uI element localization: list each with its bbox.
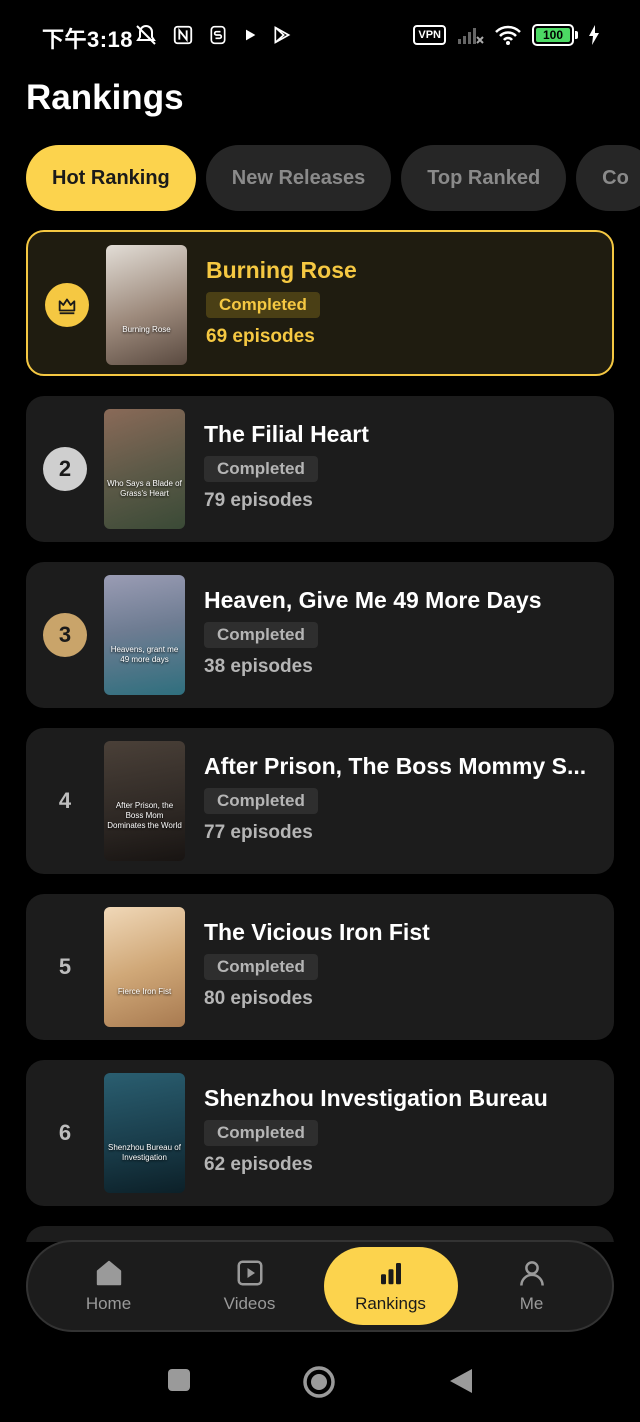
poster-caption: Shenzhou Bureau of Investigation bbox=[108, 1143, 181, 1162]
status-badge: Completed bbox=[204, 1120, 318, 1146]
poster-caption: Who Says a Blade of Grass's Heart bbox=[107, 479, 182, 498]
status-badge: Completed bbox=[204, 954, 318, 980]
bottom-nav: Home Videos Rankings Me bbox=[26, 1240, 614, 1332]
status-right-icons: VPN 100 bbox=[413, 22, 600, 48]
app-s-icon bbox=[210, 25, 226, 45]
episode-count: 79 episodes bbox=[204, 490, 313, 511]
video-icon bbox=[237, 1260, 262, 1286]
ranking-card[interactable]: 3 Heavens, grant me 49 more days Heaven,… bbox=[26, 562, 614, 708]
episode-count: 62 episodes bbox=[204, 1154, 313, 1175]
wifi-icon bbox=[495, 25, 521, 45]
vpn-badge: VPN bbox=[413, 25, 446, 45]
back-button-icon[interactable] bbox=[448, 1367, 474, 1395]
status-badge: Completed bbox=[204, 622, 318, 648]
rank-badge: 2 bbox=[43, 447, 87, 491]
nav-home-label: Home bbox=[85, 1294, 132, 1313]
ranking-card[interactable]: 5 Fierce Iron Fist The Vicious Iron Fist… bbox=[26, 894, 614, 1040]
mute-alarm-icon bbox=[136, 24, 156, 45]
rank-number: 6 bbox=[58, 1120, 72, 1145]
status-badge: Completed bbox=[206, 292, 320, 318]
page-title: Rankings bbox=[26, 78, 184, 117]
poster-caption: Heavens, grant me 49 more days bbox=[110, 645, 179, 664]
rank-crown-badge bbox=[45, 283, 89, 327]
person-icon bbox=[519, 1261, 544, 1286]
poster-caption: Burning Rose bbox=[122, 325, 171, 334]
nav-videos[interactable]: Videos bbox=[183, 1247, 317, 1325]
tab-new-releases[interactable]: New Releases bbox=[205, 145, 392, 211]
play-icon bbox=[246, 29, 256, 41]
poster-caption: After Prison, the Boss Mom Dominates the… bbox=[107, 801, 182, 830]
rank-number: 4 bbox=[58, 788, 72, 813]
tab-top-ranked[interactable]: Top Ranked bbox=[401, 145, 567, 211]
nav-me[interactable]: Me bbox=[465, 1247, 599, 1325]
rank-number: 5 bbox=[58, 954, 72, 979]
poster-thumbnail[interactable]: Burning Rose bbox=[106, 245, 187, 365]
nav-rankings[interactable]: Rankings bbox=[323, 1247, 458, 1325]
home-button-icon[interactable] bbox=[302, 1365, 336, 1399]
ranking-list: Burning Rose Burning Rose Completed 69 e… bbox=[26, 230, 614, 1242]
status-badge: Completed bbox=[204, 788, 318, 814]
poster-thumbnail[interactable]: Who Says a Blade of Grass's Heart bbox=[104, 409, 185, 529]
nav-videos-label: Videos bbox=[223, 1294, 276, 1313]
tab-hot-ranking[interactable]: Hot Ranking bbox=[26, 145, 196, 211]
signal-icon bbox=[458, 28, 484, 44]
drama-title: Shenzhou Investigation Bureau bbox=[204, 1085, 548, 1111]
ranking-card[interactable]: Burning Rose Burning Rose Completed 69 e… bbox=[26, 230, 614, 376]
battery-indicator: 100 bbox=[532, 24, 578, 46]
nav-home[interactable]: Home bbox=[42, 1247, 176, 1325]
ranking-card[interactable]: 4 After Prison, the Boss Mom Dominates t… bbox=[26, 728, 614, 874]
status-badge: Completed bbox=[204, 456, 318, 482]
ranking-card[interactable]: 2 Who Says a Blade of Grass's Heart The … bbox=[26, 396, 614, 542]
crown-icon bbox=[58, 298, 76, 315]
bar-chart-icon bbox=[380, 1263, 401, 1285]
status-bar: 下午3:18 VPN 100 bbox=[0, 0, 640, 70]
tab-completed[interactable]: Co bbox=[576, 145, 640, 211]
home-icon bbox=[96, 1260, 121, 1286]
poster-caption: Fierce Iron Fist bbox=[117, 987, 172, 996]
rank-badge: 3 bbox=[43, 613, 87, 657]
poster-thumbnail[interactable]: After Prison, the Boss Mom Dominates the… bbox=[104, 741, 185, 861]
drama-title: Burning Rose bbox=[206, 257, 357, 283]
poster-thumbnail[interactable]: Shenzhou Bureau of Investigation bbox=[104, 1073, 185, 1193]
drama-title: Heaven, Give Me 49 More Days bbox=[204, 587, 542, 613]
play-store-icon bbox=[274, 26, 291, 44]
drama-title: The Filial Heart bbox=[204, 421, 369, 447]
status-time: 下午3:18 bbox=[42, 27, 134, 52]
recents-button-icon[interactable] bbox=[166, 1367, 192, 1393]
drama-title: After Prison, The Boss Mommy S... bbox=[204, 753, 587, 779]
episode-count: 69 episodes bbox=[206, 326, 315, 347]
nav-me-label: Me bbox=[519, 1294, 544, 1313]
poster-thumbnail[interactable]: Fierce Iron Fist bbox=[104, 907, 185, 1027]
nfc-icon bbox=[173, 25, 193, 45]
episode-count: 77 episodes bbox=[204, 822, 313, 843]
drama-title: The Vicious Iron Fist bbox=[204, 919, 430, 945]
battery-level: 100 bbox=[536, 28, 570, 42]
system-nav-bar bbox=[0, 1355, 640, 1415]
ranking-card[interactable]: 6 Shenzhou Bureau of Investigation Shenz… bbox=[26, 1060, 614, 1206]
ranking-tabs: Hot Ranking New Releases Top Ranked Co bbox=[26, 145, 640, 211]
nav-rankings-label: Rankings bbox=[355, 1294, 426, 1313]
status-left-icons bbox=[134, 22, 292, 48]
episode-count: 80 episodes bbox=[204, 988, 313, 1009]
episode-count: 38 episodes bbox=[204, 656, 313, 677]
charging-icon bbox=[589, 25, 599, 45]
poster-thumbnail[interactable]: Heavens, grant me 49 more days bbox=[104, 575, 185, 695]
